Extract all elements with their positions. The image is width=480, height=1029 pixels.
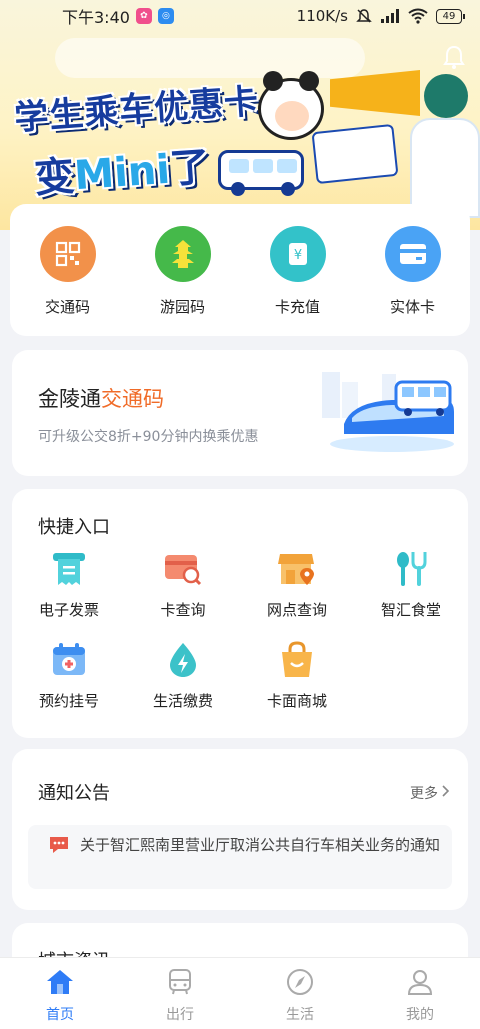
- svg-text:¥: ¥: [293, 248, 301, 263]
- compass-icon: [285, 968, 315, 1000]
- action-traffic-code[interactable]: 交通码: [10, 226, 125, 317]
- canteen-icon: [391, 549, 431, 589]
- quick-item-label: 生活缴费: [152, 692, 213, 710]
- quick-item-card-query[interactable]: 卡查询: [126, 549, 240, 620]
- quick-item-appointment[interactable]: 预约挂号: [12, 640, 126, 711]
- student-card-illustration: [311, 123, 399, 185]
- recharge-icon: ¥: [269, 226, 326, 282]
- invoice-icon: [49, 549, 89, 589]
- signal-icon: [380, 8, 400, 24]
- quick-item-invoice[interactable]: 电子发票: [12, 549, 126, 620]
- action-park-code[interactable]: 游园码: [125, 226, 240, 317]
- card-search-icon: [163, 549, 203, 589]
- status-time: 下午3:40: [62, 8, 130, 27]
- banner-subtitle-suffix: 了: [168, 143, 212, 193]
- bottom-tab-bar: 首页 出行 生活 我的: [0, 957, 480, 1029]
- action-label: 卡充值: [274, 298, 320, 316]
- notice-more-label: 更多: [410, 786, 438, 802]
- panda-character-illustration: [258, 71, 324, 140]
- banner-subtitle: 变Mini了: [32, 134, 211, 204]
- tab-label: 我的: [406, 1007, 434, 1023]
- top-actions-card: 交通码 游园码 ¥ 卡充值 实体卡: [10, 204, 470, 336]
- app-notification-icon: ◎: [157, 8, 174, 24]
- notice-item[interactable]: 关于智汇熙南里营业厅取消公共自行车相关业务的通知: [28, 825, 452, 889]
- action-label: 交通码: [44, 298, 90, 316]
- quick-item-card-mall[interactable]: 卡面商城: [240, 640, 354, 711]
- notice-card: 通知公告 更多 关于智汇熙南里营业厅取消公共自行车相关业务的通知: [12, 749, 468, 910]
- quick-entry-card: 快捷入口 电子发票 卡查询 网点查询 智汇食堂 预约挂号 生活缴费 卡面商城: [12, 489, 468, 738]
- action-label: 实体卡: [389, 298, 435, 316]
- shop-location-icon: [277, 549, 317, 589]
- utility-payment-icon: [163, 640, 203, 680]
- quick-item-utility-payment[interactable]: 生活缴费: [126, 640, 240, 711]
- action-physical-card[interactable]: 实体卡: [355, 226, 470, 317]
- tab-home[interactable]: 首页: [0, 958, 120, 1029]
- wifi-icon: [408, 8, 428, 24]
- banner-title: 学生乘车优惠卡: [13, 81, 261, 139]
- bus-icon: [165, 968, 195, 1000]
- tab-life[interactable]: 生活: [240, 958, 360, 1029]
- promo-banner[interactable]: 学生乘车优惠卡 变Mini了: [0, 0, 480, 230]
- status-bar: 下午3:40 ✿ ◎ 110K/s 49: [0, 0, 480, 32]
- qr-code-icon: [39, 226, 96, 282]
- action-card-recharge[interactable]: ¥ 卡充值: [240, 226, 355, 317]
- banner-subtitle-prefix: 变: [32, 153, 76, 203]
- notice-more-link[interactable]: 更多: [410, 783, 450, 803]
- bus-train-illustration: [322, 372, 458, 460]
- quick-item-label: 电子发票: [38, 601, 99, 619]
- card-icon: [384, 226, 441, 282]
- quick-item-label: 卡面商城: [266, 692, 327, 710]
- quick-item-canteen[interactable]: 智汇食堂: [354, 549, 468, 620]
- bell-icon[interactable]: [442, 44, 466, 74]
- tab-travel[interactable]: 出行: [120, 958, 240, 1029]
- tab-label: 生活: [286, 1007, 314, 1023]
- quick-entry-title: 快捷入口: [38, 517, 110, 538]
- app-notification-icon: ✿: [135, 8, 152, 24]
- traffic-code-promo-card[interactable]: 金陵通交通码 可升级公交8折+90分钟内换乘优惠: [12, 350, 468, 476]
- quick-item-label: 预约挂号: [38, 692, 99, 710]
- search-bar[interactable]: [55, 38, 365, 78]
- promo-title-plain: 金陵通: [38, 387, 101, 411]
- tab-label: 首页: [46, 1007, 74, 1023]
- tab-mine[interactable]: 我的: [360, 958, 480, 1029]
- battery-icon: 49: [436, 8, 465, 24]
- notice-text: 关于智汇熙南里营业厅取消公共自行车相关业务的通知: [80, 836, 441, 854]
- bus-illustration: [218, 150, 304, 196]
- tab-label: 出行: [166, 1007, 194, 1023]
- appointment-icon: [49, 640, 89, 680]
- promo-title-accent: 交通码: [101, 387, 164, 411]
- quick-item-label: 网点查询: [266, 601, 327, 619]
- shopping-bag-icon: [277, 640, 317, 680]
- quick-item-label: 智汇食堂: [380, 601, 441, 619]
- chevron-right-icon: [442, 785, 450, 801]
- pagoda-icon: [154, 226, 211, 282]
- promo-title: 金陵通交通码: [38, 383, 164, 413]
- quick-item-label: 卡查询: [160, 601, 206, 619]
- banner-subtitle-mini: Mini: [72, 146, 172, 200]
- quick-item-outlet-query[interactable]: 网点查询: [240, 549, 354, 620]
- user-icon: [405, 968, 435, 1000]
- network-speed: 110K/s: [296, 7, 348, 25]
- promo-subtitle: 可升级公交8折+90分钟内换乘优惠: [38, 429, 259, 445]
- action-label: 游园码: [159, 298, 205, 316]
- notice-title: 通知公告: [38, 783, 110, 804]
- home-icon: [45, 968, 75, 1000]
- message-icon: [48, 835, 70, 859]
- mute-icon: [356, 8, 372, 24]
